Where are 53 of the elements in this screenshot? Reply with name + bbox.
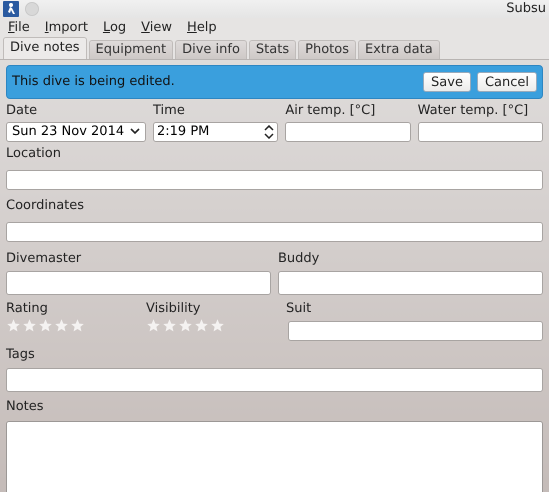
field-label: Air temp. [°C] bbox=[285, 102, 376, 118]
star-icon[interactable] bbox=[194, 318, 209, 332]
field-label: Notes bbox=[6, 398, 44, 414]
star-icon[interactable] bbox=[54, 318, 69, 332]
star-icon[interactable] bbox=[146, 318, 161, 332]
date-dropdown[interactable]: Sun 23 Nov 2014 bbox=[6, 122, 146, 142]
field-label: Divemaster bbox=[6, 250, 82, 266]
banner-message: This dive is being edited. bbox=[12, 72, 176, 91]
time-spinbox[interactable]: 2:19 PM bbox=[153, 122, 278, 142]
input-field[interactable] bbox=[6, 368, 543, 392]
input-field[interactable] bbox=[6, 222, 543, 242]
field-label: Time bbox=[153, 102, 185, 118]
notes-area[interactable] bbox=[6, 420, 543, 492]
star-icon[interactable] bbox=[22, 318, 37, 332]
tab[interactable]: Dive info bbox=[175, 40, 247, 58]
field-label: Coordinates bbox=[6, 198, 84, 214]
tab[interactable]: Dive notes bbox=[3, 36, 87, 58]
tab[interactable]: Stats bbox=[248, 40, 296, 58]
menu-item[interactable]: Import bbox=[44, 18, 88, 38]
input-field[interactable] bbox=[288, 320, 543, 340]
star-icon[interactable] bbox=[6, 318, 21, 332]
app-icon bbox=[3, 1, 19, 17]
field-label: Location bbox=[6, 146, 61, 162]
star-icon[interactable] bbox=[38, 318, 53, 332]
tab[interactable]: Equipment bbox=[88, 40, 174, 58]
field-label: Water temp. [°C] bbox=[418, 102, 528, 118]
input-field[interactable] bbox=[278, 270, 543, 294]
field-label: Rating bbox=[6, 300, 48, 316]
menu-item[interactable]: Help bbox=[187, 18, 217, 38]
window-title: Subsu bbox=[506, 0, 546, 18]
input-field[interactable] bbox=[418, 122, 543, 142]
field-label: Tags bbox=[6, 346, 35, 362]
menu-item[interactable]: Log bbox=[102, 18, 126, 38]
menu-item[interactable]: View bbox=[141, 18, 172, 38]
star-icon[interactable] bbox=[162, 318, 177, 332]
banner-button[interactable]: Cancel bbox=[476, 72, 537, 92]
tab[interactable]: Extra data bbox=[358, 40, 440, 58]
star-icon[interactable] bbox=[210, 318, 225, 332]
banner-button[interactable]: Save bbox=[423, 72, 471, 92]
menu-item[interactable]: File bbox=[8, 18, 30, 38]
window-button[interactable] bbox=[25, 2, 39, 16]
field-label: Buddy bbox=[278, 250, 320, 266]
spin-arrows-icon bbox=[264, 124, 274, 138]
chevron-down-icon bbox=[130, 128, 140, 135]
tab[interactable]: Photos bbox=[298, 40, 356, 58]
input-field[interactable] bbox=[6, 270, 271, 294]
field-label: Suit bbox=[286, 300, 312, 316]
input-field[interactable] bbox=[285, 122, 411, 142]
input-field[interactable] bbox=[6, 170, 543, 190]
field-label: Date bbox=[6, 102, 38, 118]
field-label: Visibility bbox=[146, 300, 200, 316]
star-icon[interactable] bbox=[178, 318, 193, 332]
star-icon[interactable] bbox=[70, 318, 85, 332]
